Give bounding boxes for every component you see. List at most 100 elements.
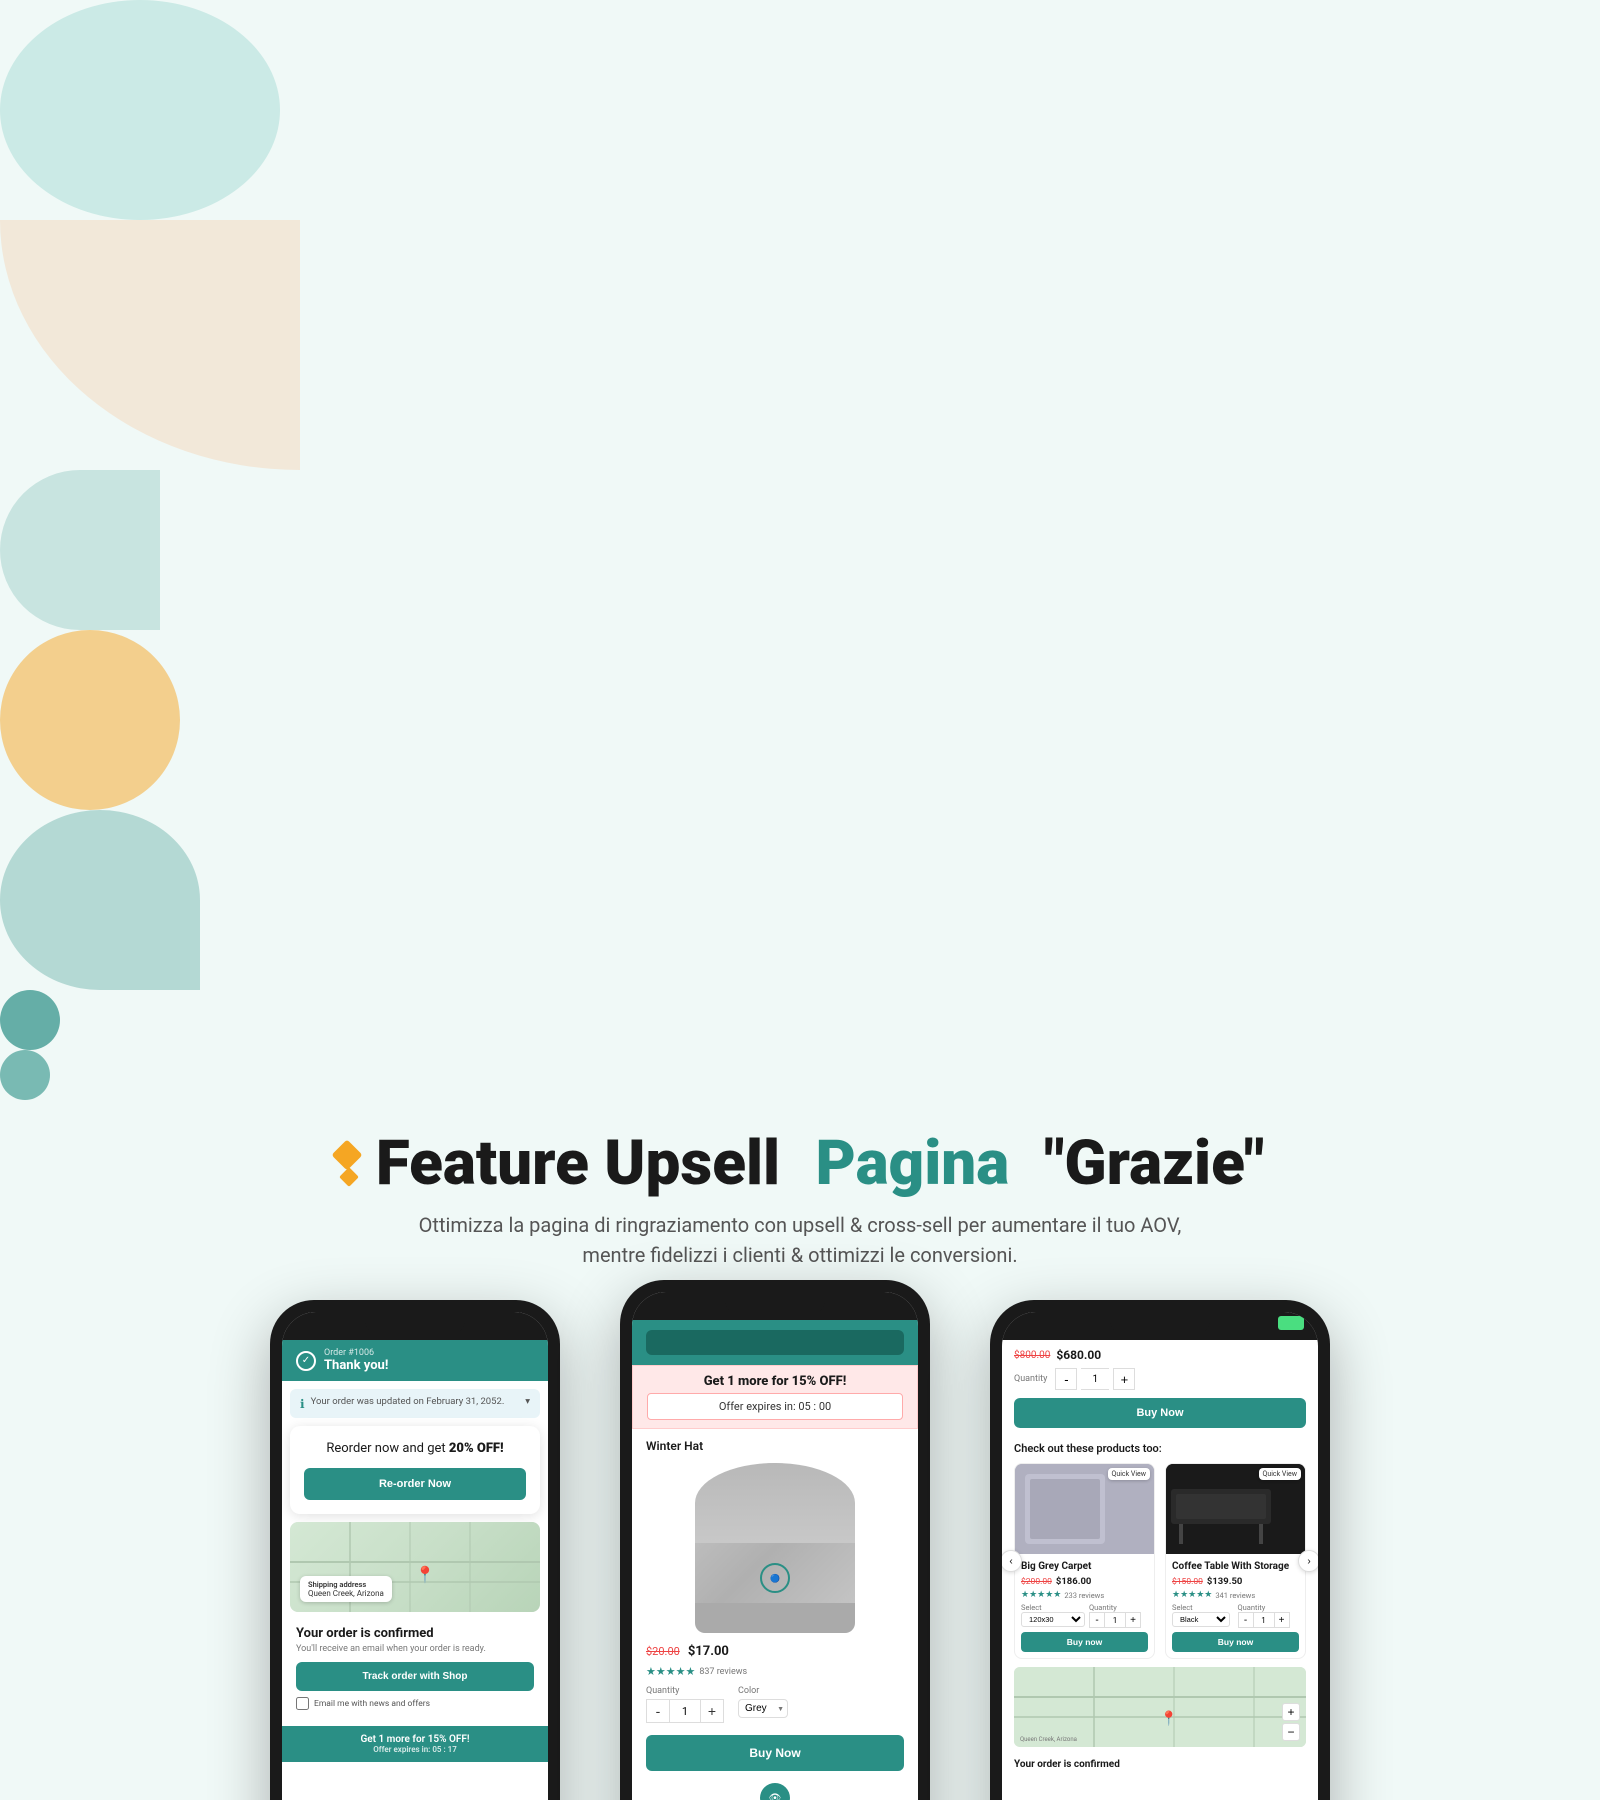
reorder-text: Reorder now and get 20% OFF! (304, 1440, 526, 1458)
carpet-product-info: Big Grey Carpet $200.00 $186.00 ★★★★★ 23… (1015, 1554, 1154, 1658)
main-title: Feature Upsell Pagina "Grazie" (20, 1130, 1580, 1198)
table-buy-btn[interactable]: Buy now (1172, 1632, 1299, 1652)
new-price: $17.00 (688, 1644, 729, 1659)
upsell-bottom: Get 1 more for 15% OFF! Offer expires in… (282, 1726, 548, 1762)
table-qty-minus[interactable]: - (1238, 1612, 1254, 1628)
carpet-image: Quick View (1015, 1464, 1154, 1554)
reorder-discount: 20% OFF! (449, 1441, 504, 1456)
zoom-in-btn[interactable]: + (1282, 1703, 1300, 1721)
qty-label: Quantity (646, 1686, 724, 1696)
color-section: Color Grey (738, 1686, 788, 1723)
carpet-name: Big Grey Carpet (1021, 1560, 1148, 1573)
phone2-header (632, 1320, 918, 1365)
carpet-reviews: 233 reviews (1064, 1591, 1104, 1600)
shipping-address: Queen Creek, Arizona (308, 1589, 384, 1598)
map-controls: + − (1282, 1703, 1300, 1741)
header-bar (646, 1330, 904, 1355)
table-name: Coffee Table With Storage (1172, 1560, 1299, 1573)
zoom-out-btn[interactable]: − (1282, 1723, 1300, 1741)
map-placeholder: Shipping address Queen Creek, Arizona 📍 (290, 1522, 540, 1612)
p3-qty-row: Quantity - 1 + (1002, 1366, 1318, 1392)
product-image-area: 🔵 (632, 1458, 918, 1638)
carpet-prices: $200.00 $186.00 (1021, 1576, 1148, 1587)
carpet-qty-plus[interactable]: + (1125, 1612, 1141, 1628)
product-name: Winter Hat (632, 1429, 918, 1458)
carpet-qty-col: Quantity - 1 + (1089, 1603, 1148, 1628)
stars: ★★★★★ (646, 1665, 695, 1678)
quick-view-row: 👁 (632, 1779, 918, 1800)
carpet-qty-val: 1 (1105, 1612, 1125, 1628)
title-part2: Pagina (816, 1130, 1010, 1198)
p3-qty-plus[interactable]: + (1113, 1368, 1135, 1390)
table-qty-plus[interactable]: + (1274, 1612, 1290, 1628)
confirmed-title: Your order is confirmed (296, 1626, 534, 1641)
quick-view-badge-table[interactable]: Quick View (1259, 1468, 1301, 1480)
update-msg: Your order was updated on February 31, 2… (311, 1396, 505, 1407)
p3-qty-label: Quantity (1014, 1374, 1047, 1384)
carpet-buy-btn[interactable]: Buy now (1021, 1632, 1148, 1652)
products-carousel-wrapper: ‹ Quick View (1002, 1463, 1318, 1659)
map-attribution: Queen Creek, Arizona (1020, 1736, 1077, 1743)
stars-row: ★★★★★ 837 reviews (632, 1665, 918, 1682)
phone3-confirmed: Your order is confirmed (1002, 1755, 1318, 1776)
upsell-banner: Get 1 more for 15% OFF! Offer expires in… (632, 1365, 918, 1429)
phone3-frame: $800.00 $680.00 Quantity - 1 + Buy Now C… (990, 1300, 1330, 1800)
hat-image: 🔵 (695, 1463, 855, 1633)
carpet-select[interactable]: 120x30 (1021, 1612, 1085, 1627)
buy-now-button[interactable]: Buy Now (646, 1735, 904, 1771)
phone1-content: ✓ Order #1006 Thank you! ℹ Your order wa… (282, 1340, 548, 1762)
confirmed-sub: You'll receive an email when your order … (296, 1644, 534, 1654)
quick-view-badge-carpet[interactable]: Quick View (1108, 1468, 1150, 1480)
expand-icon[interactable]: ▾ (525, 1396, 530, 1407)
track-button[interactable]: Track order with Shop (296, 1662, 534, 1691)
color-select-wrap: Grey (738, 1699, 788, 1718)
carpet-select-col: Select 120x30 (1021, 1603, 1085, 1628)
thank-you-text: Thank you! (324, 1358, 388, 1373)
reorder-button[interactable]: Re-order Now (304, 1468, 526, 1500)
phone2-notch (632, 1292, 918, 1320)
order-confirmed: Your order is confirmed You'll receive a… (282, 1618, 548, 1726)
quick-view-icon[interactable]: 👁 (760, 1783, 790, 1800)
map-pin: 📍 (415, 1565, 435, 1584)
qty-plus-btn[interactable]: + (700, 1699, 724, 1723)
table-image: Quick View (1166, 1464, 1305, 1554)
table-new-price: $139.50 (1207, 1576, 1242, 1587)
title-part3: "Grazie" (1045, 1130, 1264, 1198)
offer-timer: Offer expires in: 05 : 00 (647, 1393, 903, 1420)
table-stars-row: ★★★★★ 341 reviews (1172, 1590, 1299, 1600)
order-header: ✓ Order #1006 Thank you! (282, 1340, 548, 1381)
carpet-stars: ★★★★★ (1021, 1590, 1061, 1600)
carpet-old-price: $200.00 (1021, 1577, 1052, 1587)
shipping-label: Shipping address (308, 1580, 384, 1589)
phone3-content: $800.00 $680.00 Quantity - 1 + Buy Now C… (1002, 1340, 1318, 1776)
reviews: 837 reviews (699, 1667, 747, 1677)
table-select[interactable]: Black (1172, 1612, 1230, 1627)
phone3-price-row: $800.00 $680.00 (1002, 1340, 1318, 1366)
p3-qty-val: 1 (1081, 1368, 1109, 1390)
info-icon: ℹ (300, 1397, 305, 1411)
qty-section: Quantity - 1 + (646, 1686, 724, 1723)
p3-buy-button[interactable]: Buy Now (1014, 1398, 1306, 1428)
phone3-map: + − 📍 Queen Creek, Arizona (1014, 1667, 1306, 1747)
price-row: $20.00 $17.00 (632, 1638, 918, 1665)
carousel-next-btn[interactable]: › (1298, 1550, 1318, 1572)
carpet-qty-minus[interactable]: - (1089, 1612, 1105, 1628)
p3-qty-minus[interactable]: - (1055, 1368, 1077, 1390)
reorder-card: Reorder now and get 20% OFF! Re-order No… (290, 1426, 540, 1514)
table-prices: $150.00 $139.50 (1172, 1576, 1299, 1587)
p3-old-price: $800.00 (1014, 1350, 1050, 1361)
table-reviews: 341 reviews (1215, 1591, 1255, 1600)
qty-minus-btn[interactable]: - (646, 1699, 670, 1723)
table-select-col: Select Black (1172, 1603, 1234, 1628)
map-pin-p3: 📍 (1160, 1711, 1177, 1727)
color-select[interactable]: Grey (738, 1699, 788, 1718)
qty-color-row: Quantity - 1 + Color Grey (632, 1682, 918, 1727)
upsell-banner-title: Get 1 more for 15% OFF! (647, 1374, 903, 1389)
phone2-inner: Get 1 more for 15% OFF! Offer expires in… (632, 1292, 918, 1800)
upsell-text: Get 1 more for 15% OFF! (296, 1734, 534, 1745)
carpet-qty-row: - 1 + (1089, 1612, 1148, 1628)
email-checkbox-input[interactable] (296, 1697, 309, 1710)
phone1-notch (282, 1312, 548, 1340)
products-carousel: Quick View Big Grey Carpet $200.00 $186.… (1002, 1463, 1318, 1659)
phone1-inner: ✓ Order #1006 Thank you! ℹ Your order wa… (282, 1312, 548, 1800)
